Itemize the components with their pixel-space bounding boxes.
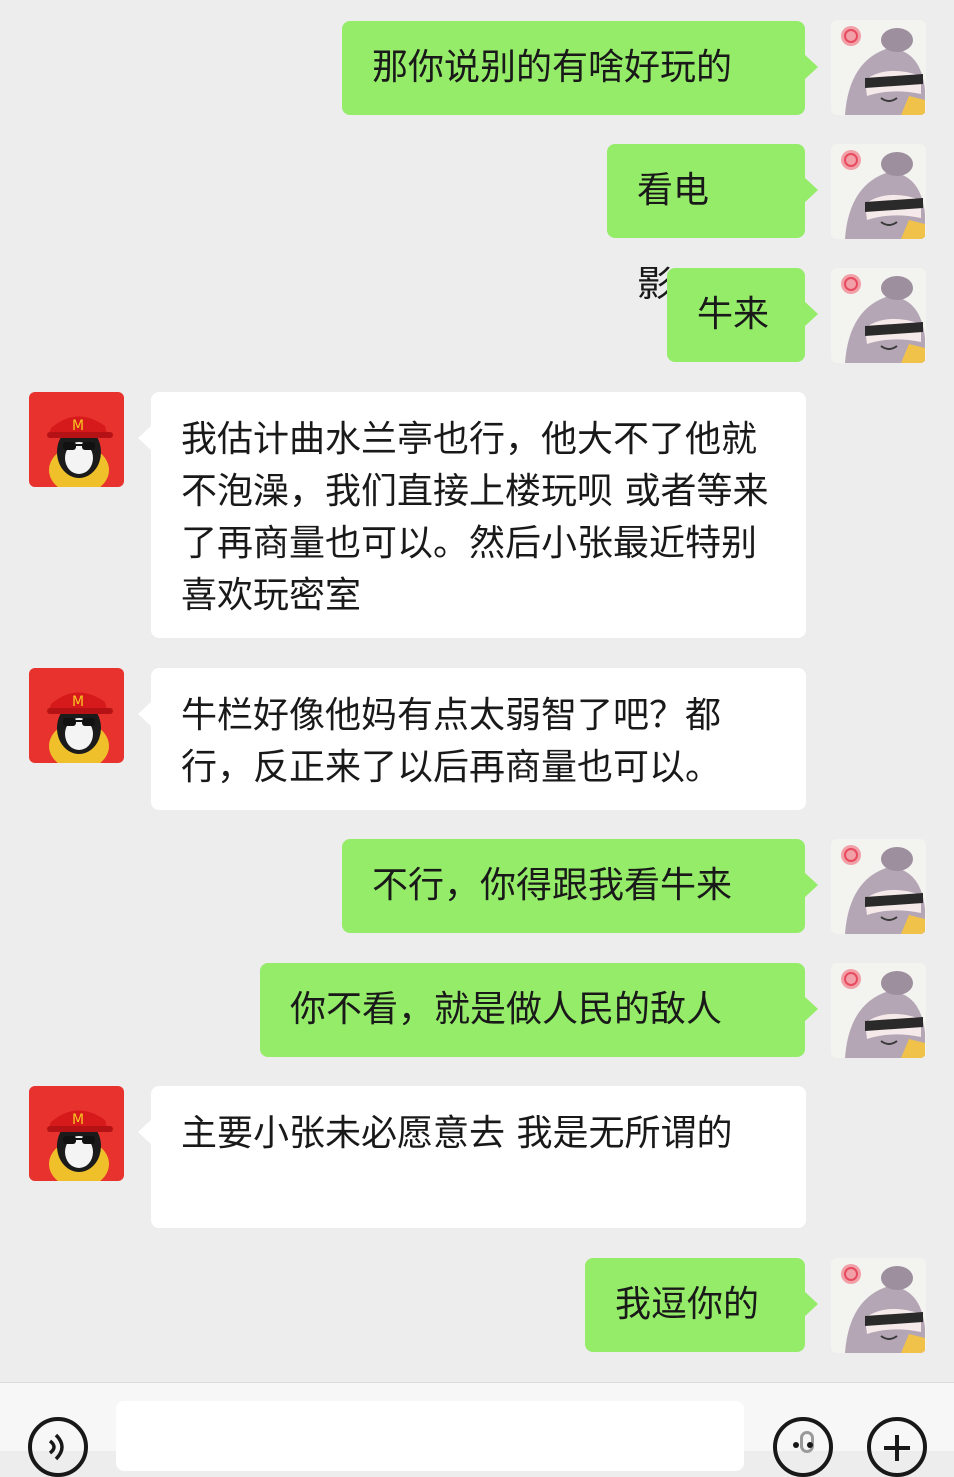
- avatar-other[interactable]: [29, 668, 124, 763]
- other-avatar-image: [29, 1086, 124, 1181]
- message-bubble-self[interactable]: 那你说别的有啥好玩的: [342, 21, 818, 115]
- self-avatar-image: [831, 20, 926, 115]
- avatar-other[interactable]: [29, 1086, 124, 1181]
- message-bubble-self[interactable]: 看电影？: [607, 144, 818, 305]
- emoji-button[interactable]: [773, 1417, 833, 1477]
- avatar-self[interactable]: [831, 144, 926, 239]
- self-avatar-image: [831, 963, 926, 1058]
- more-button[interactable]: [867, 1417, 927, 1477]
- voice-button[interactable]: [28, 1417, 88, 1477]
- other-avatar-image: [29, 668, 124, 763]
- avatar-self[interactable]: [831, 1258, 926, 1353]
- message-bubble-other[interactable]: 主要小张未必愿意去 我是无所谓的: [138, 1086, 806, 1228]
- message-bubble-self[interactable]: 你不看，就是做人民的敌人: [260, 963, 818, 1057]
- voice-icon: [48, 1433, 64, 1461]
- plus-icon: [884, 1435, 910, 1461]
- other-avatar-image: [29, 392, 124, 487]
- message-bubble-self[interactable]: 不行，你得跟我看牛来: [342, 839, 818, 933]
- message-bubble-other[interactable]: 我估计曲水兰亭也行，他大不了他就不泡澡，我们直接上楼玩呗 或者等来了再商量也可以…: [138, 392, 806, 638]
- message-input[interactable]: [116, 1401, 814, 1471]
- avatar-self[interactable]: [831, 839, 926, 934]
- chat-input-bar: [0, 1382, 954, 1477]
- avatar-self[interactable]: [831, 20, 926, 115]
- avatar-self[interactable]: [831, 963, 926, 1058]
- self-avatar-image: [831, 1258, 926, 1353]
- avatar-self[interactable]: [831, 268, 926, 363]
- message-bubble-self[interactable]: 牛来: [667, 268, 818, 362]
- self-avatar-image: [831, 268, 926, 363]
- message-bubble-self[interactable]: 我逗你的: [585, 1258, 818, 1352]
- avatar-other[interactable]: [29, 392, 124, 487]
- emoji-icon: [793, 1442, 813, 1448]
- message-bubble-other[interactable]: 牛栏好像他妈有点太弱智了吧？都行，反正来了以后再商量也可以。: [138, 668, 806, 810]
- self-avatar-image: [831, 144, 926, 239]
- self-avatar-image: [831, 839, 926, 934]
